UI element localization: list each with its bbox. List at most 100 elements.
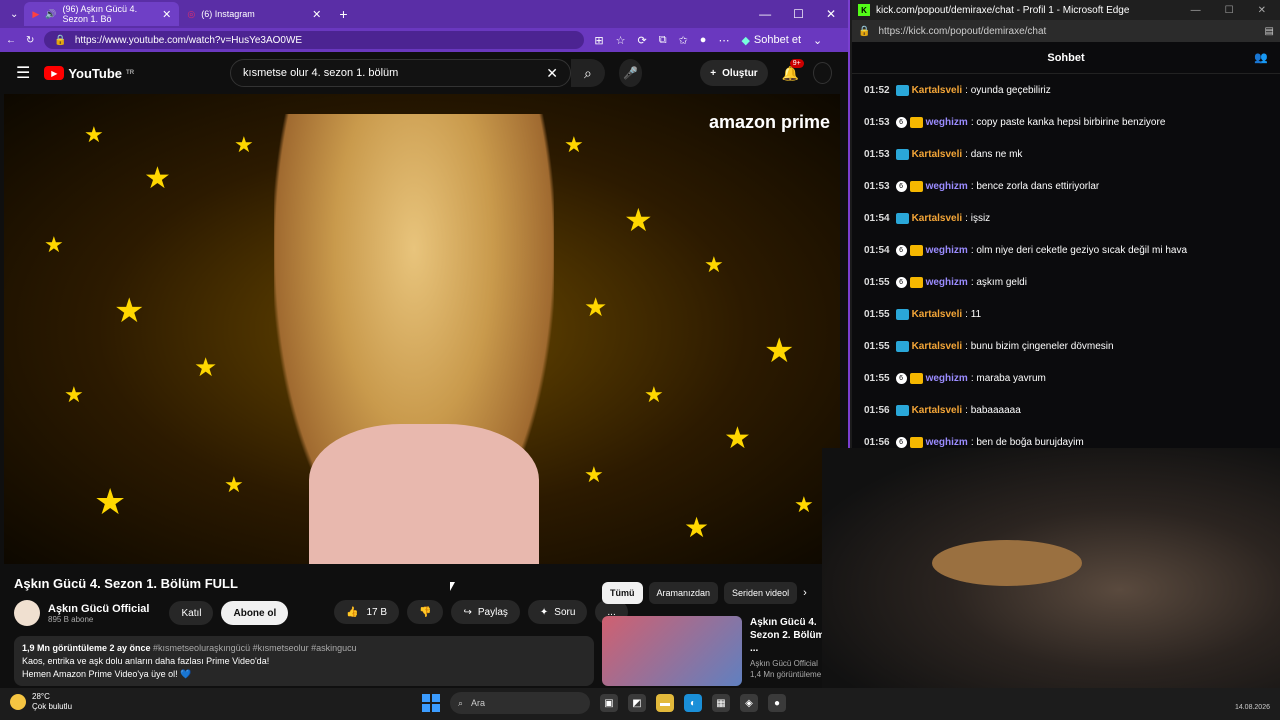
badge-icon: 6 bbox=[895, 372, 907, 384]
notifications-button[interactable]: 🔔 9+ bbox=[782, 58, 804, 82]
users-icon[interactable]: 👥 bbox=[1254, 51, 1268, 64]
back-icon[interactable]: ← bbox=[6, 35, 16, 46]
weather-widget[interactable]: 28°C Çok bulutlu bbox=[10, 692, 72, 712]
share-button[interactable]: ↪ Paylaş bbox=[451, 600, 520, 624]
chat-username[interactable]: weghizm bbox=[926, 245, 968, 256]
collections-icon[interactable]: ⧉ bbox=[659, 34, 667, 47]
edge-icon[interactable]: ◐ bbox=[684, 694, 702, 712]
ask-button[interactable]: ✦ Soru bbox=[527, 600, 588, 624]
voice-search-button[interactable]: 🎤 bbox=[618, 59, 643, 87]
taskbar: 28°C Çok bulutlu ⌕ Ara ▣ ◩ ▬ ◐ ▦ ◈ ● 14.08… bbox=[0, 688, 1280, 720]
clear-search-icon[interactable]: ✕ bbox=[546, 65, 558, 82]
chevron-right-icon[interactable]: › bbox=[803, 587, 807, 599]
url-text: https://kick.com/popout/demiraxe/chat bbox=[878, 25, 1047, 37]
sparkle-icon: ✦ bbox=[539, 606, 549, 618]
file-explorer-icon[interactable]: ▬ bbox=[656, 694, 674, 712]
minimize-icon[interactable]: — bbox=[759, 7, 771, 21]
recommended-video[interactable]: Aşkın Gücü 4. Sezon 2. Bölüm ... Aşkın G… bbox=[602, 616, 830, 686]
lock-icon: 🔒 bbox=[858, 25, 871, 37]
video-player[interactable]: ★ ★ ★ ★ ★ ★ ★ ★ ★ ★ ★ ★ ★ ★ ★ ★ ★ ★ ★ ★ … bbox=[4, 94, 840, 564]
avatar[interactable] bbox=[813, 62, 832, 84]
chat-username[interactable]: Kartalsveli bbox=[912, 309, 963, 320]
audio-icon[interactable]: 🔊 bbox=[45, 9, 56, 20]
star-decoration: ★ bbox=[44, 232, 64, 257]
youtube-play-icon: ▶ bbox=[44, 66, 65, 80]
chat-username[interactable]: Kartalsveli bbox=[912, 405, 963, 416]
verified-badge-icon bbox=[895, 84, 909, 96]
chat-username[interactable]: weghizm bbox=[926, 117, 968, 128]
tab-list-chevron-icon[interactable]: ⌄ bbox=[4, 9, 24, 20]
copilot-button[interactable]: ◆ Sohbet et bbox=[741, 34, 801, 47]
chat-username[interactable]: weghizm bbox=[926, 181, 968, 192]
app-icon[interactable]: ◈ bbox=[740, 694, 758, 712]
close-tab-icon[interactable]: ✕ bbox=[312, 8, 321, 21]
chat-time: 01:56 bbox=[864, 436, 890, 448]
tab-instagram[interactable]: ◎ (6) Instagram ✕ bbox=[179, 2, 329, 26]
close-window-icon[interactable]: ✕ bbox=[826, 7, 836, 21]
channel-name[interactable]: Aşkın Gücü Official bbox=[48, 603, 149, 615]
window-title: kick.com/popout/demiraxe/chat - Profil 1… bbox=[876, 4, 1130, 16]
url-field[interactable]: 🔒 https://www.youtube.com/watch?v=HusYe3… bbox=[44, 31, 585, 49]
star-decoration: ★ bbox=[114, 292, 145, 330]
favorite-icon[interactable]: ☆ bbox=[616, 34, 626, 47]
chat-title: Sohbet bbox=[1047, 51, 1085, 64]
url-field[interactable]: 🔒 https://kick.com/popout/demiraxe/chat … bbox=[852, 20, 1280, 42]
widgets-icon[interactable]: ◩ bbox=[628, 694, 646, 712]
refresh-icon[interactable]: ↻ bbox=[26, 35, 34, 46]
chat-text: : işsiz bbox=[965, 212, 991, 224]
create-button[interactable]: + Oluştur bbox=[700, 60, 768, 86]
search-input[interactable]: kısmetse olur 4. sezon 1. bölüm ✕ bbox=[230, 59, 572, 87]
windows-start-icon[interactable] bbox=[422, 694, 440, 712]
chat-username[interactable]: weghizm bbox=[926, 373, 968, 384]
verified-badge-icon bbox=[895, 404, 909, 416]
store-icon[interactable]: ▦ bbox=[712, 694, 730, 712]
reader-icon[interactable]: ▤ bbox=[1265, 26, 1274, 37]
chat-username[interactable]: weghizm bbox=[926, 437, 968, 448]
badge-icon: 6 bbox=[895, 244, 907, 256]
rec-title[interactable]: Aşkın Gücü 4. Sezon 2. Bölüm ... bbox=[750, 616, 830, 655]
chat-username[interactable]: Kartalsveli bbox=[912, 213, 963, 224]
join-button[interactable]: Katıl bbox=[169, 601, 214, 625]
dislike-button[interactable]: 👎 bbox=[407, 600, 444, 624]
chat-username[interactable]: Kartalsveli bbox=[912, 85, 963, 96]
chat-text-body: dans ne mk bbox=[970, 148, 1023, 160]
chat-time: 01:56 bbox=[864, 404, 890, 416]
description-box[interactable]: 1,9 Mn görüntüleme 2 ay önce #kısmetseol… bbox=[14, 636, 594, 686]
extension-icon[interactable]: ⟳ bbox=[637, 34, 646, 47]
chat-username[interactable]: weghizm bbox=[926, 277, 968, 288]
new-tab-icon[interactable]: + bbox=[329, 6, 357, 22]
chip-all[interactable]: Tümü bbox=[602, 582, 643, 604]
tab-label: (6) Instagram bbox=[201, 9, 255, 19]
close-window-icon[interactable]: ✕ bbox=[1258, 5, 1266, 16]
chip-from-search[interactable]: Aramanızdan bbox=[648, 582, 719, 604]
chat-username[interactable]: Kartalsveli bbox=[912, 341, 963, 352]
subscribe-button[interactable]: Abone ol bbox=[221, 601, 289, 625]
chevron-down-icon[interactable]: ⌄ bbox=[813, 34, 822, 47]
maximize-icon[interactable]: ☐ bbox=[1225, 5, 1234, 16]
chat-username[interactable]: Kartalsveli bbox=[912, 149, 963, 160]
hamburger-menu-icon[interactable]: ☰ bbox=[16, 63, 30, 83]
chip-series[interactable]: Seriden videol bbox=[724, 582, 798, 604]
chat-message: 01:53 Kartalsveli: dans ne mk bbox=[852, 138, 1280, 170]
tab-label: (96) Aşkın Gücü 4. Sezon 1. Bö bbox=[62, 4, 138, 24]
channel-avatar[interactable] bbox=[14, 600, 40, 626]
favorites-bar-icon[interactable]: ✩ bbox=[679, 34, 688, 47]
maximize-icon[interactable]: ☐ bbox=[793, 7, 804, 21]
like-button[interactable]: 👍 17 B bbox=[334, 600, 400, 624]
menu-icon[interactable]: ⋯ bbox=[718, 34, 729, 47]
chat-text-body: bence zorla dans ettiriyorlar bbox=[976, 180, 1100, 192]
minimize-icon[interactable]: — bbox=[1191, 5, 1201, 16]
tab-youtube[interactable]: ▶ 🔊 (96) Aşkın Gücü 4. Sezon 1. Bö ✕ bbox=[24, 2, 180, 26]
taskbar-search[interactable]: ⌕ Ara bbox=[450, 692, 590, 714]
search-button[interactable]: ⌕ bbox=[571, 59, 605, 87]
reader-icon[interactable]: ⊞ bbox=[594, 34, 603, 47]
rec-thumbnail[interactable] bbox=[602, 616, 742, 686]
task-view-icon[interactable]: ▣ bbox=[600, 694, 618, 712]
desc-tags[interactable]: #kısmetseoluraşkıngücü #kısmetseolur #as… bbox=[153, 643, 357, 653]
youtube-logo[interactable]: ▶ YouTube TR bbox=[44, 66, 134, 81]
chat-text-body: aşkım geldi bbox=[976, 276, 1027, 288]
app-icon[interactable]: ● bbox=[768, 694, 786, 712]
close-tab-icon[interactable]: ✕ bbox=[162, 8, 171, 21]
profile-icon[interactable]: ● bbox=[700, 34, 707, 46]
chat-text: : bunu bizim çingeneler dövmesin bbox=[965, 340, 1114, 352]
